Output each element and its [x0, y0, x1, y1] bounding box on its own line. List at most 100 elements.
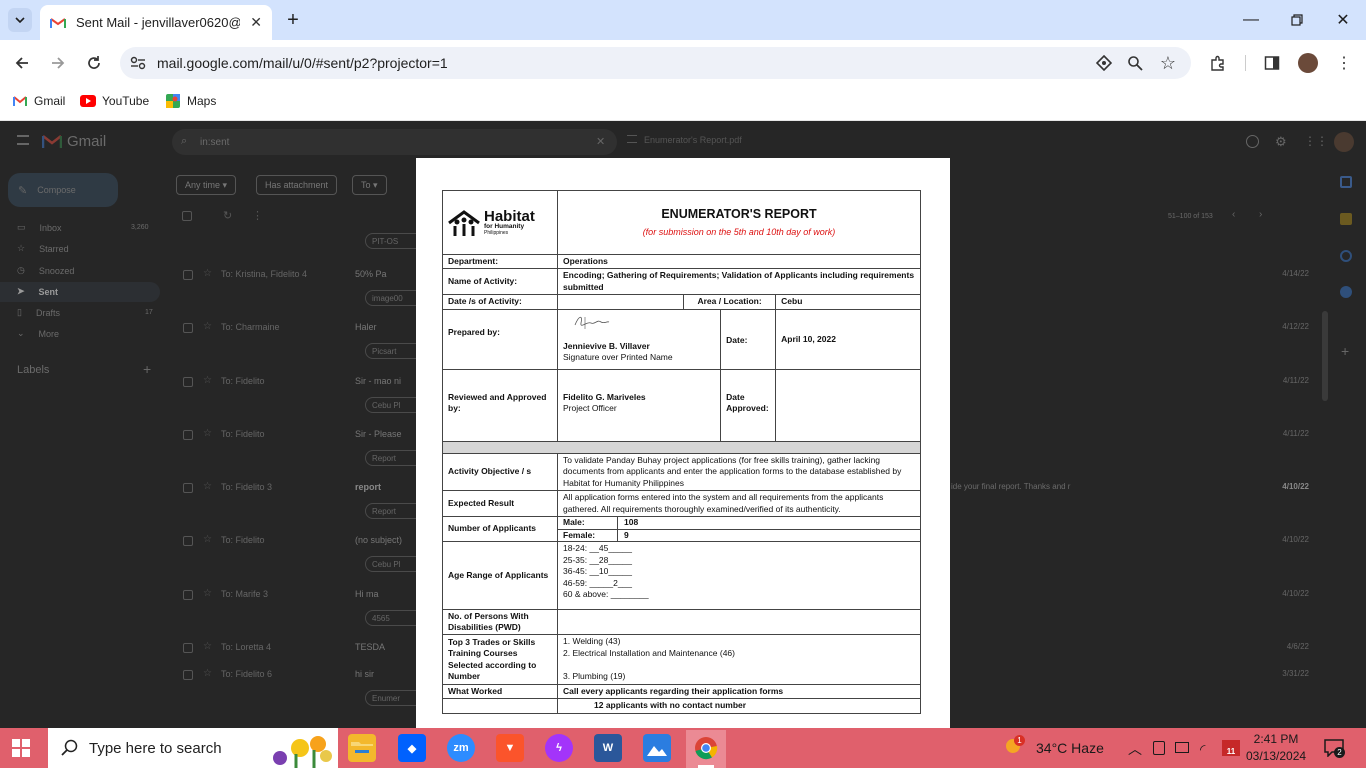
row-checkbox[interactable] [183, 536, 193, 546]
weather-icon[interactable]: 1 [1004, 735, 1025, 755]
notifications-icon[interactable]: 2 [1324, 739, 1345, 758]
profile-avatar[interactable] [1298, 53, 1318, 73]
star-icon[interactable]: ☆ [203, 321, 212, 332]
contacts-app-icon[interactable] [1340, 286, 1352, 298]
compose-button[interactable]: ✎ Compose [8, 173, 118, 207]
add-app-icon[interactable]: + [1341, 343, 1349, 359]
minimize-button[interactable]: — [1236, 8, 1266, 32]
select-all-checkbox[interactable] [182, 211, 192, 221]
account-avatar[interactable] [1334, 132, 1354, 152]
lens-icon[interactable] [1093, 52, 1115, 74]
nav-snoozed[interactable]: ◷ Snoozed [17, 265, 74, 276]
report-header-cell: ENUMERATOR'S REPORT (for submission on t… [557, 190, 921, 255]
filter-has-attachment[interactable]: Has attachment [256, 175, 338, 195]
row-checkbox[interactable] [183, 643, 193, 653]
bookmark-maps[interactable]: Maps [165, 92, 216, 110]
reload-button[interactable] [83, 52, 105, 74]
zoom-icon[interactable] [1124, 52, 1146, 74]
clock-date[interactable]: 03/13/2024 [1246, 749, 1306, 763]
row-checkbox[interactable] [183, 670, 193, 680]
new-tab-button[interactable]: + [282, 8, 304, 32]
settings-gear-icon[interactable]: ⚙ [1275, 134, 1287, 150]
star-icon[interactable]: ☆ [203, 641, 212, 652]
tab-search-button[interactable] [8, 8, 32, 32]
filter-any-time[interactable]: Any time ▾ [176, 175, 237, 195]
nav-more[interactable]: ⌄ More [17, 328, 59, 339]
help-icon[interactable] [1246, 135, 1259, 148]
bookmark-youtube[interactable]: YouTube [80, 92, 149, 110]
tasks-app-icon[interactable] [1340, 250, 1352, 262]
photos-icon[interactable] [643, 734, 671, 762]
gmail-logo[interactable]: Gmail [42, 133, 106, 150]
chrome-taskbar-active[interactable] [686, 730, 726, 768]
prepared-name: Jennievive B. Villaver [563, 340, 650, 351]
scrollbar[interactable] [1322, 311, 1328, 401]
filter-to[interactable]: To ▾ [352, 175, 387, 195]
weather-badge: 1 [1014, 735, 1025, 746]
next-page-icon[interactable]: › [1259, 209, 1262, 220]
house-logo-icon [448, 209, 480, 236]
main-menu-icon[interactable] [17, 135, 29, 145]
zoom-app-icon[interactable]: zm [447, 734, 475, 762]
calendar-app-icon[interactable] [1340, 176, 1352, 188]
address-bar[interactable]: mail.google.com/mail/u/0/#sent/p2?projec… [120, 47, 1191, 79]
refresh-icon[interactable]: ↻ [223, 209, 232, 222]
forward-button[interactable] [47, 52, 69, 74]
active-tab[interactable]: Sent Mail - jenvillaver0620@gm ✕ [40, 5, 272, 40]
bookmark-star-icon[interactable]: ☆ [1157, 52, 1179, 74]
close-tab-icon[interactable]: ✕ [250, 14, 262, 31]
calendar-badge-icon[interactable]: 11 [1222, 740, 1240, 756]
dropbox-icon[interactable]: ◆ [398, 734, 426, 762]
back-button[interactable] [11, 52, 33, 74]
chevron-up-icon[interactable]: ︿ [1128, 739, 1142, 759]
row-checkbox[interactable] [183, 377, 193, 387]
clear-search-icon[interactable]: ✕ [596, 135, 605, 148]
row-checkbox[interactable] [183, 323, 193, 333]
weather-text[interactable]: 34°C Haze [1036, 740, 1104, 756]
star-icon[interactable]: ☆ [203, 375, 212, 386]
device-icon[interactable] [1153, 741, 1165, 755]
close-window-button[interactable]: ✕ [1328, 8, 1358, 32]
row-checkbox[interactable] [183, 270, 193, 280]
word-icon[interactable]: W [594, 734, 622, 762]
file-explorer-icon[interactable] [348, 734, 376, 762]
windows-start-button[interactable] [12, 739, 30, 757]
youtube-icon [80, 93, 96, 109]
nav-inbox[interactable]: ▭ Inbox [17, 222, 62, 233]
nav-drafts[interactable]: ▯ Drafts [17, 307, 60, 318]
filter-options-icon[interactable] [627, 135, 637, 143]
taskbar-search[interactable]: Type here to search [48, 728, 338, 768]
wifi-icon[interactable]: ◜ [1200, 741, 1205, 758]
row-checkbox[interactable] [183, 483, 193, 493]
row-checkbox[interactable] [183, 590, 193, 600]
star-icon[interactable]: ☆ [203, 268, 212, 279]
messenger-icon[interactable]: ϟ [545, 734, 573, 762]
star-icon[interactable]: ☆ [203, 588, 212, 599]
keep-app-icon[interactable] [1340, 213, 1352, 225]
row-checkbox[interactable] [183, 430, 193, 440]
report-title: ENUMERATOR'S REPORT [661, 207, 817, 222]
nav-starred[interactable]: ☆ Starred [17, 243, 69, 254]
site-info-icon[interactable] [130, 56, 146, 70]
prev-page-icon[interactable]: ‹ [1232, 209, 1235, 220]
nav-sent[interactable]: ➤ Sent [17, 286, 58, 297]
clock-time[interactable]: 2:41 PM [1246, 732, 1306, 746]
extensions-icon[interactable] [1207, 52, 1229, 74]
star-icon[interactable]: ☆ [203, 668, 212, 679]
apps-grid-icon[interactable]: ⋮⋮ [1304, 134, 1328, 148]
star-icon[interactable]: ☆ [203, 534, 212, 545]
signature-image [574, 316, 610, 329]
add-label-icon[interactable]: + [143, 361, 151, 377]
gmail-search[interactable]: ⌕ in:sent ✕ [172, 129, 617, 155]
star-icon[interactable]: ☆ [203, 481, 212, 492]
network-icon[interactable] [1175, 742, 1189, 753]
drafts-count: 17 [145, 309, 153, 316]
bookmark-gmail[interactable]: Gmail [12, 92, 65, 110]
brave-icon[interactable]: ▼ [496, 734, 524, 762]
side-panel-icon[interactable] [1261, 52, 1283, 74]
restore-button[interactable] [1282, 8, 1312, 32]
chrome-menu-icon[interactable]: ⋮ [1333, 52, 1355, 74]
url-text: mail.google.com/mail/u/0/#sent/p2?projec… [157, 55, 448, 71]
star-icon[interactable]: ☆ [203, 428, 212, 439]
more-options-icon[interactable]: ⋮ [252, 209, 263, 222]
